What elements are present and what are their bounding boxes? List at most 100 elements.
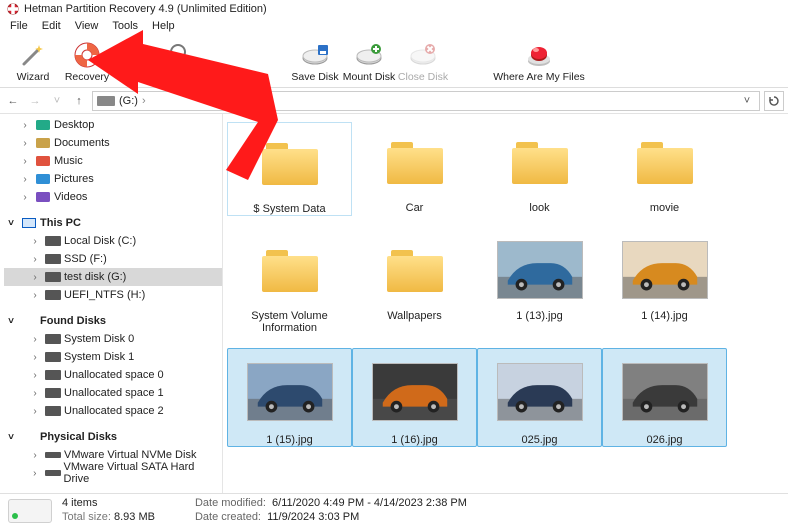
collapse-icon[interactable]: ˅ [4, 316, 18, 327]
grid-item[interactable]: 1 (15).jpg [227, 348, 352, 447]
expand-icon[interactable]: › [18, 138, 32, 149]
navigation-tree[interactable]: › Desktop › Documents › Music › Pictures… [0, 114, 223, 493]
disk-mount-icon [354, 40, 384, 70]
expand-icon[interactable]: › [28, 370, 42, 381]
mountdisk-button[interactable]: Mount Disk [342, 40, 396, 83]
grid-item-label: movie [650, 202, 679, 214]
red-button-icon [524, 40, 554, 70]
photo-thumbnail [372, 363, 458, 421]
drive-icon [97, 96, 115, 106]
tree-physical-item-1[interactable]: › VMware Virtual SATA Hard Drive [4, 464, 222, 482]
expand-icon[interactable]: › [28, 388, 42, 399]
grid-item-label: System Volume Information [231, 310, 349, 334]
status-mod-val: 6/11/2020 4:49 PM - 4/14/2023 2:38 PM [272, 497, 467, 509]
expand-icon[interactable]: › [18, 174, 32, 185]
wherearemyfiles-button[interactable]: Where Are My Files [484, 40, 594, 83]
expand-icon[interactable]: › [28, 468, 42, 479]
grid-item[interactable]: 026.jpg [602, 348, 727, 447]
recovery-button[interactable]: Recovery [60, 40, 114, 83]
tree-quick-label: Videos [54, 191, 87, 203]
grid-item[interactable]: look [477, 122, 602, 216]
tree-physical-label: Physical Disks [40, 431, 117, 443]
search-button-hidden[interactable] [154, 40, 208, 83]
photo-thumbnail [497, 363, 583, 421]
menu-bar: File Edit View Tools Help [0, 18, 788, 36]
menu-file[interactable]: File [4, 19, 34, 35]
status-bar: 4 items Total size: 8.93 MB Date modifie… [0, 493, 788, 527]
expand-icon[interactable]: › [28, 236, 42, 247]
expand-icon[interactable]: › [18, 156, 32, 167]
grid-item-label: $ System Data [253, 203, 325, 215]
tree-physical[interactable]: ˅ Physical Disks [4, 428, 222, 446]
tree-found-item-label: System Disk 0 [64, 333, 134, 345]
drive-icon [45, 332, 61, 346]
folder-icon [637, 140, 693, 184]
savedisk-button[interactable]: Save Disk [288, 40, 342, 83]
tree-thispc-item-1[interactable]: › SSD (F:) [4, 250, 222, 268]
grid-item-label: 026.jpg [646, 434, 682, 446]
tree-quick-vid[interactable]: › Videos [4, 188, 222, 206]
expand-icon[interactable]: › [28, 272, 42, 283]
menu-view[interactable]: View [69, 19, 105, 35]
expand-icon[interactable]: › [28, 254, 42, 265]
grid-item-label: Car [406, 202, 424, 214]
expand-icon[interactable]: › [18, 120, 32, 131]
expand-icon[interactable]: › [28, 450, 42, 461]
grid-item[interactable]: $ System Data [227, 122, 352, 216]
tree-found-label: Found Disks [40, 315, 106, 327]
grid-item[interactable]: 1 (13).jpg [477, 230, 602, 334]
nav-history-dropdown[interactable]: ˅ [48, 92, 66, 110]
expand-icon[interactable]: › [18, 192, 32, 203]
tree-thispc-item-2[interactable]: › test disk (G:) [4, 268, 222, 286]
grid-item[interactable]: movie [602, 122, 727, 216]
expand-icon[interactable]: › [28, 290, 42, 301]
expand-icon[interactable]: › [28, 334, 42, 345]
grid-item-label: 025.jpg [521, 434, 557, 446]
address-dropdown[interactable]: ˅ [739, 95, 755, 107]
nav-up[interactable]: ↑ [70, 92, 88, 110]
mountdisk-label: Mount Disk [343, 71, 396, 83]
tree-found[interactable]: ˅ Found Disks [4, 312, 222, 330]
address-box[interactable]: (G:) › ˅ [92, 91, 760, 111]
content-pane[interactable]: $ System Data Car look movie System Volu… [223, 114, 788, 493]
grid-item[interactable]: System Volume Information [227, 230, 352, 334]
tree-found-item-0[interactable]: › System Disk 0 [4, 330, 222, 348]
drive-icon [45, 404, 61, 418]
wand-icon [19, 40, 47, 70]
grid-item[interactable]: Car [352, 122, 477, 216]
tree-found-item-2[interactable]: › Unallocated space 0 [4, 366, 222, 384]
tree-quick-label: Documents [54, 137, 110, 149]
menu-edit[interactable]: Edit [36, 19, 67, 35]
photo-thumbnail [622, 241, 708, 299]
grid-item[interactable]: Wallpapers [352, 230, 477, 334]
music-icon [35, 154, 51, 168]
tree-quick-doc[interactable]: › Documents [4, 134, 222, 152]
wizard-button[interactable]: Wizard [6, 40, 60, 83]
tree-found-item-1[interactable]: › System Disk 1 [4, 348, 222, 366]
tree-quick-pic[interactable]: › Pictures [4, 170, 222, 188]
drive-icon [45, 368, 61, 382]
drive-icon [45, 234, 61, 248]
disk-save-icon [300, 40, 330, 70]
pic-icon [35, 172, 51, 186]
tree-quick-label: Pictures [54, 173, 94, 185]
expand-icon[interactable]: › [28, 406, 42, 417]
grid-item[interactable]: 1 (14).jpg [602, 230, 727, 334]
collapse-icon[interactable]: ˅ [4, 432, 18, 443]
grid-item[interactable]: 025.jpg [477, 348, 602, 447]
menu-tools[interactable]: Tools [106, 19, 144, 35]
app-icon [6, 2, 20, 16]
tree-quick-desktop[interactable]: › Desktop [4, 116, 222, 134]
grid-item[interactable]: 1 (16).jpg [352, 348, 477, 447]
tree-thispc[interactable]: ˅ This PC [4, 214, 222, 232]
tree-thispc-item-3[interactable]: › UEFI_NTFS (H:) [4, 286, 222, 304]
menu-help[interactable]: Help [146, 19, 181, 35]
refresh-button[interactable] [764, 91, 784, 111]
collapse-icon[interactable]: ˅ [4, 218, 18, 229]
tree-found-item-3[interactable]: › Unallocated space 1 [4, 384, 222, 402]
tree-quick-music[interactable]: › Music [4, 152, 222, 170]
tree-thispc-item-0[interactable]: › Local Disk (C:) [4, 232, 222, 250]
nav-back[interactable]: ← [4, 92, 22, 110]
tree-found-item-4[interactable]: › Unallocated space 2 [4, 402, 222, 420]
expand-icon[interactable]: › [28, 352, 42, 363]
